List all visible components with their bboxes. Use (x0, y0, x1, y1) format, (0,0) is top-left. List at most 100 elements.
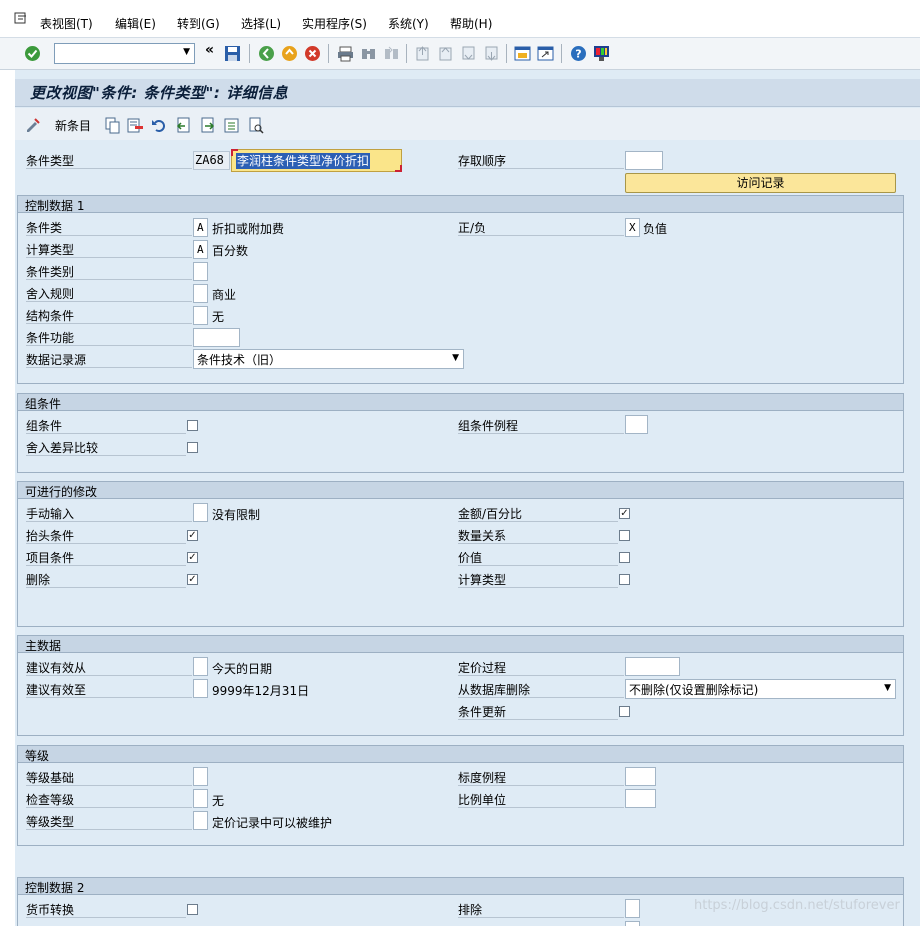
chevron-down-icon[interactable]: ▼ (452, 353, 459, 363)
menu-table-view[interactable]: 表视图(T) (40, 15, 93, 32)
select-all-icon[interactable] (223, 117, 240, 134)
value-label: 价值 (458, 550, 618, 566)
valid-to-label: 建议有效至 (26, 682, 192, 698)
calculation-type-input[interactable]: A (193, 240, 208, 259)
access-records-label: 访问记录 (736, 176, 785, 190)
print-icon[interactable] (337, 45, 354, 62)
rounding-diff-label: 舍入差异比较 (26, 440, 186, 456)
find-icon[interactable] (360, 45, 377, 62)
delete-from-db-label: 从数据库删除 (458, 682, 624, 698)
pricing-procedure-input[interactable] (625, 657, 680, 676)
search-icon[interactable] (248, 117, 265, 134)
header-condition-label: 抬头条件 (26, 528, 186, 544)
check-scale-input[interactable] (193, 789, 208, 808)
scale-routine-label: 标度例程 (458, 770, 624, 786)
scale-basis-input[interactable] (193, 767, 208, 786)
delete-icon[interactable] (127, 117, 144, 134)
group-condition-label: 组条件 (26, 418, 186, 434)
page-title: 更改视图"条件: 条件类型": 详细信息 (30, 84, 289, 102)
data-source-label: 数据记录源 (26, 352, 192, 368)
chevron-down-icon: ▼ (183, 47, 190, 57)
copy-as-icon[interactable] (104, 117, 121, 134)
back-icon[interactable] (258, 45, 275, 62)
menu-utilities[interactable]: 实用程序(S) (302, 15, 367, 32)
condition-class-input[interactable]: A (193, 218, 208, 237)
menu-edit[interactable]: 编辑(E) (115, 15, 156, 32)
access-records-button[interactable]: 访问记录 (625, 173, 896, 193)
scale-routine-input[interactable] (625, 767, 656, 786)
condition-type-code: ZA68 (193, 151, 230, 170)
exclusion-input[interactable] (625, 899, 640, 918)
rounding-diff-checkbox[interactable] (187, 442, 198, 453)
value-checkbox[interactable] (619, 552, 630, 563)
structure-condition-label: 结构条件 (26, 308, 192, 324)
display-change-icon[interactable] (25, 116, 42, 133)
previous-page-icon[interactable] (437, 45, 454, 62)
scale-unit-input[interactable] (625, 789, 656, 808)
cancel-icon[interactable] (304, 45, 321, 62)
next-field-input[interactable] (625, 921, 640, 926)
undo-icon[interactable] (151, 117, 168, 134)
access-sequence-input[interactable] (625, 151, 663, 170)
group-condition-checkbox[interactable] (187, 420, 198, 431)
new-entries-button[interactable]: 新条目 (55, 118, 91, 134)
command-field[interactable]: ▼ (54, 43, 195, 64)
valid-from-input[interactable] (193, 657, 208, 676)
structure-condition-text: 无 (212, 310, 225, 324)
menu-system[interactable]: 系统(Y) (388, 15, 429, 32)
customize-layout-icon[interactable] (593, 45, 610, 62)
chevron-down-icon[interactable]: ▼ (884, 683, 891, 693)
delete-checkbox[interactable]: ✓ (187, 574, 198, 585)
collapse-icon[interactable]: « (205, 42, 214, 58)
menu-selection[interactable]: 选择(L) (241, 15, 281, 32)
condition-category-label: 条件类别 (26, 264, 192, 280)
menu-help[interactable]: 帮助(H) (450, 15, 492, 32)
condition-function-input[interactable] (193, 328, 240, 347)
next-page-icon[interactable] (460, 45, 477, 62)
amount-percent-checkbox[interactable]: ✓ (619, 508, 630, 519)
group-title: 组条件 (25, 397, 62, 411)
scale-type-text: 定价记录中可以被维护 (212, 816, 333, 830)
item-condition-checkbox[interactable]: ✓ (187, 552, 198, 563)
plus-minus-input[interactable]: X (625, 218, 640, 237)
data-source-select[interactable]: 条件技术（旧） ▼ (193, 349, 464, 369)
first-page-icon[interactable] (414, 45, 431, 62)
quantity-relation-checkbox[interactable] (619, 530, 630, 541)
condition-category-input[interactable] (193, 262, 208, 281)
condition-update-checkbox[interactable] (619, 706, 630, 717)
rounding-rule-label: 舍入规则 (26, 286, 192, 302)
condition-class-text: 折扣或附加费 (212, 222, 285, 236)
save-icon[interactable] (224, 45, 241, 62)
calc-type-change-label: 计算类型 (458, 572, 618, 588)
new-session-icon[interactable] (514, 45, 531, 62)
delete-from-db-value: 不删除(仅设置删除标记) (629, 683, 759, 697)
amount-percent-label: 金额/百分比 (458, 506, 618, 522)
header-condition-checkbox[interactable]: ✓ (187, 530, 198, 541)
help-icon[interactable]: ? (570, 45, 587, 62)
group-routine-label: 组条件例程 (458, 418, 624, 434)
plus-minus-text: 负值 (643, 222, 668, 236)
rounding-rule-input[interactable] (193, 284, 208, 303)
valid-from-label: 建议有效从 (26, 660, 192, 676)
enter-icon[interactable] (24, 45, 41, 62)
manual-entries-input[interactable] (193, 503, 208, 522)
window-menu-icon[interactable] (14, 12, 28, 24)
previous-entry-icon[interactable] (175, 117, 192, 134)
menu-goto[interactable]: 转到(G) (177, 15, 220, 32)
shortcut-icon[interactable] (537, 45, 554, 62)
currency-conversion-checkbox[interactable] (187, 904, 198, 915)
calc-type-change-checkbox[interactable] (619, 574, 630, 585)
condition-type-name: 李润柱条件类型净价折扣 (236, 153, 371, 169)
find-next-icon[interactable] (383, 45, 400, 62)
last-page-icon[interactable] (483, 45, 500, 62)
valid-from-text: 今天的日期 (212, 662, 273, 676)
next-entry-icon[interactable] (199, 117, 216, 134)
group-routine-input[interactable] (625, 415, 648, 434)
structure-condition-input[interactable] (193, 306, 208, 325)
valid-to-input[interactable] (193, 679, 208, 698)
exit-icon[interactable] (281, 45, 298, 62)
condition-class-label: 条件类 (26, 220, 192, 236)
delete-from-db-select[interactable]: 不删除(仅设置删除标记) ▼ (625, 679, 896, 699)
scale-type-input[interactable] (193, 811, 208, 830)
calculation-type-label: 计算类型 (26, 242, 192, 258)
